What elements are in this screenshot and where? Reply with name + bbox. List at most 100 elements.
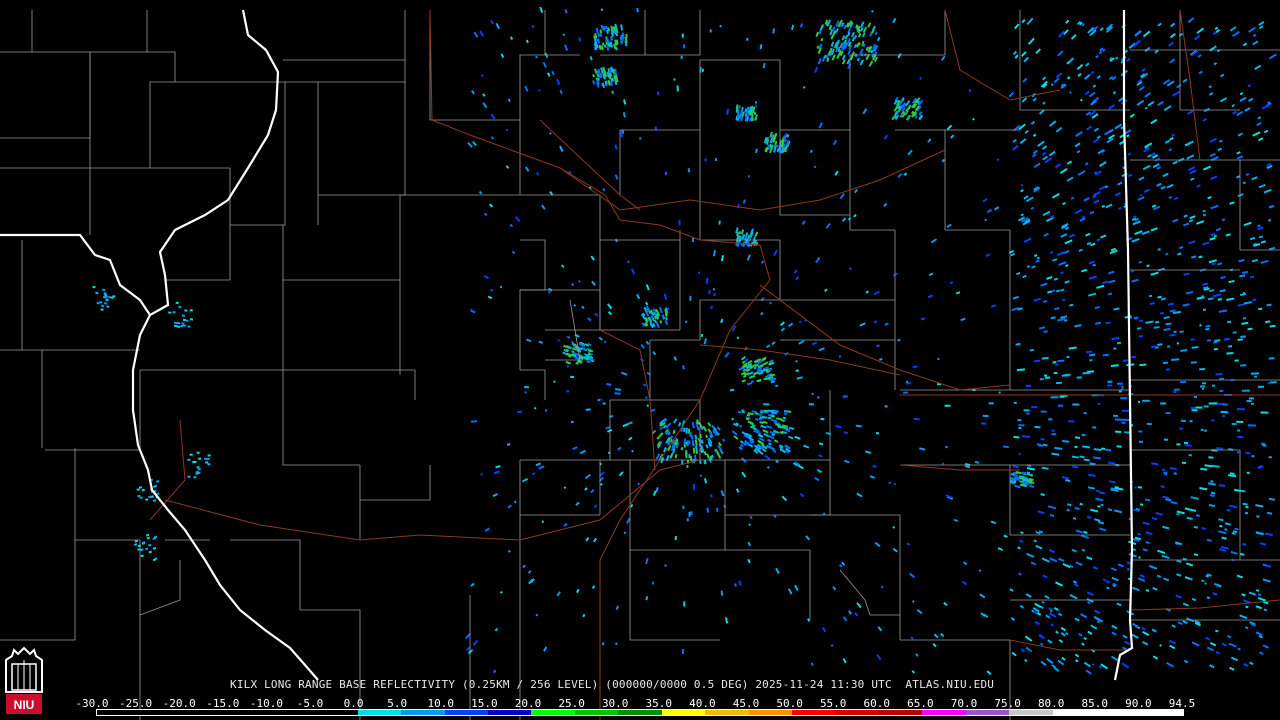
echo-pixel <box>1260 411 1269 414</box>
echo-pixel <box>602 402 606 405</box>
echo-pixel <box>534 407 537 410</box>
echo-pixel <box>1212 384 1216 387</box>
echo-pixel <box>1199 324 1202 327</box>
echo-pixel <box>944 404 951 407</box>
echo-pixel <box>198 457 202 460</box>
echo-pixel <box>1160 402 1167 405</box>
echo-pixel <box>1138 400 1140 403</box>
echo-pixel <box>680 55 683 59</box>
echo-pixel <box>699 474 703 477</box>
echo-pixel <box>1216 403 1224 405</box>
echo-pixel <box>1040 438 1045 441</box>
color-bin <box>487 710 532 715</box>
echo-pixel <box>701 68 704 72</box>
echo-pixel <box>1219 377 1225 380</box>
color-bin <box>140 710 184 715</box>
echo-pixel <box>1262 444 1267 447</box>
echo-pixel <box>192 460 196 464</box>
echo-pixel <box>1052 361 1057 364</box>
echo-pixel <box>203 457 208 460</box>
echo-pixel <box>1193 396 1197 398</box>
echo-pixel <box>1188 454 1192 457</box>
echo-pixel <box>1146 422 1152 426</box>
echo-pixel <box>754 101 758 104</box>
echo-pixel <box>682 648 685 654</box>
echo-pixel <box>685 427 688 434</box>
echo-pixel <box>1055 381 1062 385</box>
echo-pixel <box>1138 440 1143 443</box>
echo-pixel <box>842 395 848 398</box>
echo-pixel <box>1055 363 1059 366</box>
echo-pixel <box>884 405 888 408</box>
color-bin <box>1096 710 1140 715</box>
echo-pixel <box>187 325 191 328</box>
echo-pixel <box>1250 372 1259 375</box>
echo-pixel <box>1211 419 1215 422</box>
echo-pixel <box>1050 396 1059 399</box>
echo-pixel <box>1203 429 1208 432</box>
echo-pixel <box>544 409 548 412</box>
color-bin <box>1139 710 1183 715</box>
echo-pixel <box>704 158 707 162</box>
echo-pixel <box>1176 342 1179 345</box>
echo-pixel <box>1237 435 1244 439</box>
echo-pixel <box>196 451 200 454</box>
echo-pixel <box>1241 389 1250 392</box>
echo-pixel <box>1074 445 1078 449</box>
echo-pixel <box>206 457 210 461</box>
echo-pixel <box>681 33 684 38</box>
echo-pixel <box>187 458 191 461</box>
echo-pixel <box>1134 486 1137 489</box>
echo-pixel <box>1246 471 1250 474</box>
echo-pixel <box>808 403 814 406</box>
echo-pixel <box>207 463 211 466</box>
echo-pixel <box>1199 367 1206 371</box>
echo-pixel <box>787 410 792 413</box>
color-bin <box>705 710 749 715</box>
echo-pixel <box>1116 382 1123 385</box>
echo-pixel <box>1173 472 1177 475</box>
color-bin <box>357 710 402 715</box>
echo-pixel <box>981 422 987 425</box>
niu-logo: NIU <box>5 646 43 714</box>
echo-pixel <box>1203 405 1209 408</box>
echo-pixel <box>682 505 685 509</box>
echo-pixel <box>680 447 684 451</box>
echo-pixel <box>1107 380 1113 383</box>
echo-pixel <box>1113 414 1119 417</box>
echo-pixel <box>1236 420 1244 423</box>
echo-pixel <box>1138 430 1143 433</box>
color-bin <box>748 710 792 715</box>
echo-pixel <box>1222 415 1226 418</box>
echo-pixel <box>1180 380 1187 384</box>
echo-pixel <box>1031 406 1038 409</box>
echo-pixel <box>1039 378 1044 381</box>
echo-pixel <box>197 467 201 471</box>
echo-pixel <box>692 483 696 490</box>
map-background <box>0 0 1280 720</box>
echo-pixel <box>645 396 648 399</box>
echo-pixel <box>685 320 688 323</box>
echo-pixel <box>1190 361 1197 364</box>
echo-pixel <box>600 398 603 401</box>
echo-pixel <box>1202 387 1205 390</box>
echo-pixel <box>1231 422 1237 426</box>
echo-pixel <box>1190 406 1196 409</box>
color-scale-labels: -30.0 -25.0 -20.0 -15.0 -10.0 -5.0 0.0 5.0 10.0 1… <box>75 697 1195 710</box>
echo-pixel <box>1034 425 1041 429</box>
radar-map <box>0 0 1280 720</box>
echo-pixel <box>1115 430 1122 434</box>
color-bin <box>183 710 228 715</box>
echo-pixel <box>683 601 686 607</box>
echo-pixel <box>1200 428 1204 431</box>
echo-pixel <box>1118 390 1122 393</box>
echo-pixel <box>1227 345 1233 348</box>
echo-pixel <box>686 518 689 522</box>
echo-pixel <box>524 391 527 394</box>
color-bin <box>922 710 966 715</box>
echo-pixel <box>1165 368 1170 371</box>
echo-pixel <box>1121 421 1126 424</box>
echo-pixel <box>1201 382 1206 385</box>
echo-pixel <box>1018 424 1025 427</box>
echo-pixel <box>783 412 788 415</box>
